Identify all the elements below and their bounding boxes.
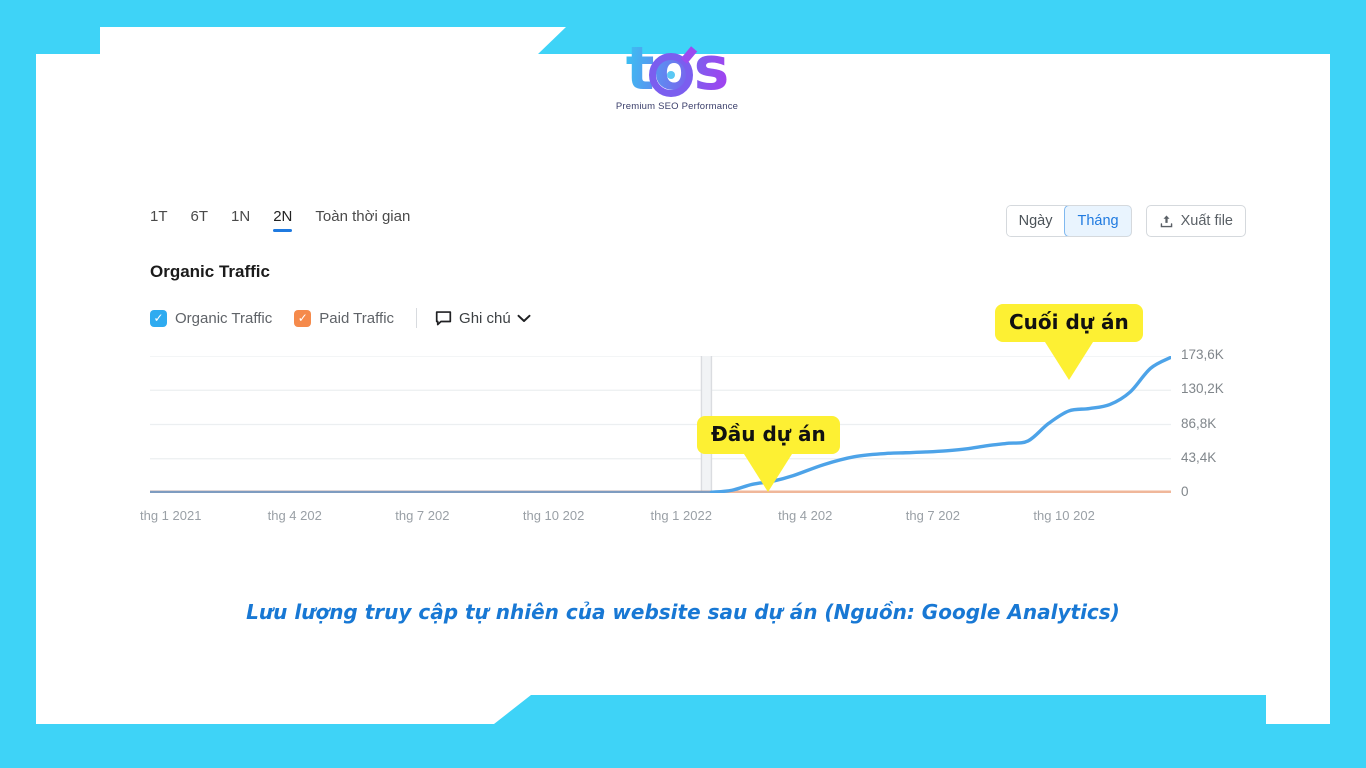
chart-controls: Ngày Tháng Xuất file [1005, 205, 1246, 237]
legend-item-paid-traffic[interactable]: ✓ Paid Traffic [294, 309, 395, 327]
organic-traffic-checkbox[interactable]: ✓ [150, 309, 167, 327]
x-axis-tick-label: thg 7 202 [905, 508, 960, 523]
granularity-day-button[interactable]: Ngày [1006, 206, 1065, 236]
chevron-down-icon [517, 314, 531, 322]
x-axis-tick-label: thg 1 2022 [650, 508, 712, 523]
chart-panel-title: Organic Traffic [150, 262, 270, 281]
paid-traffic-checkbox[interactable]: ✓ [294, 309, 312, 327]
upload-icon [1160, 215, 1172, 227]
notes-dropdown-button[interactable]: Ghi chú [435, 310, 531, 327]
x-axis-tick-label: thg 10 202 [522, 508, 585, 523]
annotation-project-end: Cuối dự án [995, 304, 1143, 380]
legend-item-organic-traffic[interactable]: ✓ Organic Traffic [150, 309, 273, 327]
notes-label: Ghi chú [459, 309, 511, 327]
range-tab-all-time[interactable]: Toàn thời gian [315, 208, 410, 232]
range-tab-1n[interactable]: 1N [231, 208, 250, 232]
y-axis-labels: 173,6K 130,2K 86,8K 43,4K 0 [1181, 347, 1271, 500]
legend-label-organic-traffic: Organic Traffic [175, 309, 273, 327]
annotation-project-end-pointer [1044, 342, 1093, 380]
export-file-button[interactable]: Xuất file [1145, 205, 1246, 237]
x-axis-tick-label: thg 7 202 [395, 508, 450, 523]
y-axis-tick-label: 0 [1181, 484, 1189, 499]
y-axis-tick-label: 86,8K [1181, 415, 1217, 431]
y-axis-tick-label: 43,4K [1181, 449, 1217, 465]
speech-bubble-icon [435, 310, 452, 325]
y-axis-tick-label: 173,6K [1181, 347, 1224, 362]
export-file-label: Xuất file [1180, 213, 1233, 229]
annotation-project-start-pointer [744, 454, 793, 492]
y-axis-tick-label: 130,2K [1181, 381, 1224, 397]
legend-label-paid-traffic: Paid Traffic [319, 309, 395, 327]
chart-legend: ✓ Organic Traffic ✓ Paid Traffic Ghi chú [150, 308, 531, 328]
x-axis-tick-label: thg 1 2021 [140, 508, 202, 523]
granularity-month-button[interactable]: Tháng [1064, 206, 1131, 236]
range-tab-1t[interactable]: 1T [150, 208, 168, 232]
annotation-project-end-label: Cuối dự án [995, 304, 1143, 342]
brand-logo: tos Premium SEO Performance [597, 33, 757, 128]
granularity-segmented-control: Ngày Tháng [1005, 205, 1132, 237]
figure-caption: Lưu lượng truy cập tự nhiên của website … [246, 600, 1120, 624]
time-range-tabs: 1T 6T 1N 2N Toàn thời gian [150, 208, 410, 232]
range-tab-6t[interactable]: 6T [191, 208, 209, 232]
legend-divider [416, 308, 418, 328]
x-axis-tick-label: thg 4 202 [267, 508, 322, 523]
x-axis-tick-label: thg 10 202 [1033, 508, 1095, 523]
annotation-project-start: Đầu dự án [697, 416, 840, 492]
range-tab-2n[interactable]: 2N [273, 208, 293, 232]
x-axis-tick-label: thg 4 202 [778, 508, 833, 523]
annotation-project-start-label: Đầu dự án [697, 416, 840, 454]
x-axis-labels: thg 1 2021 thg 4 202 thg 7 202 thg 10 202 th… [138, 508, 1198, 528]
